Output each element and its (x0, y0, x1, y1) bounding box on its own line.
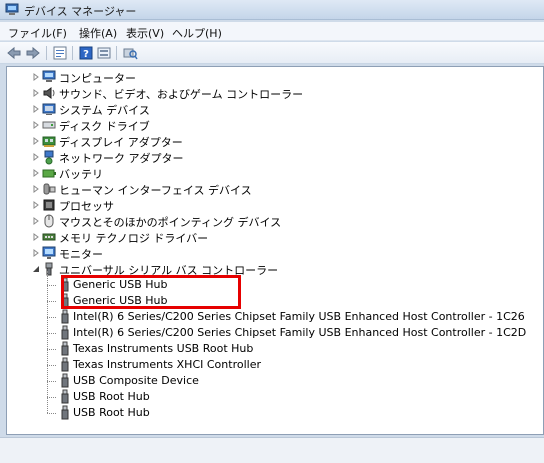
usb-device-item[interactable]: Texas Instruments XHCI Controller (73, 358, 261, 371)
expand-arrow-icon[interactable] (32, 201, 40, 209)
disk-drive-icon (42, 121, 56, 129)
tree-category-label[interactable]: プロセッサ (59, 198, 114, 214)
svg-text:?: ? (83, 49, 89, 60)
device-manager-icon (5, 3, 19, 15)
network-icon (44, 150, 54, 165)
expand-arrow-icon[interactable] (32, 233, 40, 241)
tree-category-label[interactable]: ディスプレイ アダプター (59, 134, 183, 150)
toolbar-separator (46, 46, 47, 60)
tree-category-label[interactable]: ネットワーク アダプター (59, 150, 184, 166)
scan-hardware-icon[interactable] (122, 45, 138, 61)
mouse-icon (44, 214, 54, 228)
usb-device-icon (61, 357, 69, 372)
tree-connector-line (47, 349, 56, 350)
speaker-icon (43, 87, 55, 99)
usb-device-icon (61, 309, 69, 324)
tree-connector-line (47, 271, 48, 413)
expand-arrow-icon[interactable] (32, 121, 40, 129)
monitor-icon (42, 246, 56, 259)
computer-icon (42, 70, 56, 82)
tree-connector-line (47, 301, 56, 302)
tree-category-label[interactable]: コンピューター (59, 70, 136, 86)
usb-device-icon (61, 373, 69, 388)
tree-category-label[interactable]: システム デバイス (59, 102, 150, 118)
back-arrow-icon[interactable] (6, 45, 22, 61)
expand-arrow-icon[interactable] (32, 153, 40, 161)
system-device-icon (42, 103, 56, 115)
collapse-arrow-icon[interactable] (32, 265, 40, 273)
expand-arrow-icon[interactable] (32, 89, 40, 97)
window-title: デバイス マネージャー (24, 5, 137, 18)
display-adapter-icon (42, 136, 56, 147)
tree-connector-line (47, 285, 56, 286)
help-icon[interactable]: ? (78, 45, 94, 61)
menu-view[interactable]: 表示(V) (126, 25, 164, 41)
usb-device-item[interactable]: Intel(R) 6 Series/C200 Series Chipset Fa… (73, 326, 526, 339)
expand-arrow-icon[interactable] (32, 73, 40, 81)
tree-category-label[interactable]: マウスとそのほかのポインティング デバイス (59, 214, 281, 230)
highlight-box (61, 275, 241, 309)
menu-help[interactable]: ヘルプ(H) (172, 25, 222, 41)
properties-icon[interactable] (52, 45, 68, 61)
usb-device-item[interactable]: Intel(R) 6 Series/C200 Series Chipset Fa… (73, 310, 525, 323)
toolbar: ? (0, 42, 544, 64)
expand-arrow-icon[interactable] (32, 169, 40, 177)
tree-category-label[interactable]: サウンド、ビデオ、およびゲーム コントローラー (59, 86, 303, 102)
usb-device-item[interactable]: USB Root Hub (73, 406, 150, 419)
view-icon[interactable] (96, 45, 112, 61)
status-bar (0, 437, 544, 463)
usb-device-item[interactable]: USB Composite Device (73, 374, 199, 387)
tree-connector-line (47, 381, 56, 382)
processor-icon (43, 199, 55, 211)
device-tree[interactable]: コンピューター サウンド、ビデオ、およびゲーム コントローラー システム デバイスデ… (6, 66, 544, 435)
menu-bar: ファイル(F) 操作(A) 表示(V) ヘルプ(H) (0, 22, 544, 41)
menu-action[interactable]: 操作(A) (79, 25, 117, 41)
tree-connector-line (47, 413, 56, 414)
tree-category-label[interactable]: ヒューマン インターフェイス デバイス (59, 182, 252, 198)
hid-icon (43, 183, 56, 195)
tree-connector-line (47, 365, 56, 366)
usb-device-item[interactable]: USB Root Hub (73, 390, 150, 403)
toolbar-separator (72, 46, 73, 60)
tree-category-label[interactable]: モニター (59, 246, 103, 262)
tree-connector-line (47, 333, 56, 334)
expand-arrow-icon[interactable] (32, 217, 40, 225)
memory-icon (42, 233, 56, 241)
usb-device-icon (61, 405, 69, 420)
tree-category-label[interactable]: メモリ テクノロジ ドライバー (59, 230, 208, 246)
usb-device-icon (61, 325, 69, 340)
tree-connector-line (47, 397, 56, 398)
usb-icon (45, 262, 53, 276)
expand-arrow-icon[interactable] (32, 105, 40, 113)
usb-device-item[interactable]: Texas Instruments USB Root Hub (73, 342, 253, 355)
expand-arrow-icon[interactable] (32, 249, 40, 257)
usb-device-icon (61, 341, 69, 356)
toolbar-separator (116, 46, 117, 60)
battery-icon (42, 169, 56, 178)
expand-arrow-icon[interactable] (32, 185, 40, 193)
expand-arrow-icon[interactable] (32, 137, 40, 145)
tree-category-label[interactable]: ディスク ドライブ (59, 118, 150, 134)
menu-file[interactable]: ファイル(F) (8, 25, 67, 41)
tree-connector-line (47, 317, 56, 318)
tree-category-label[interactable]: バッテリ (59, 166, 103, 182)
title-bar: デバイス マネージャー (0, 0, 544, 20)
forward-arrow-icon[interactable] (25, 45, 41, 61)
usb-device-icon (61, 389, 69, 404)
